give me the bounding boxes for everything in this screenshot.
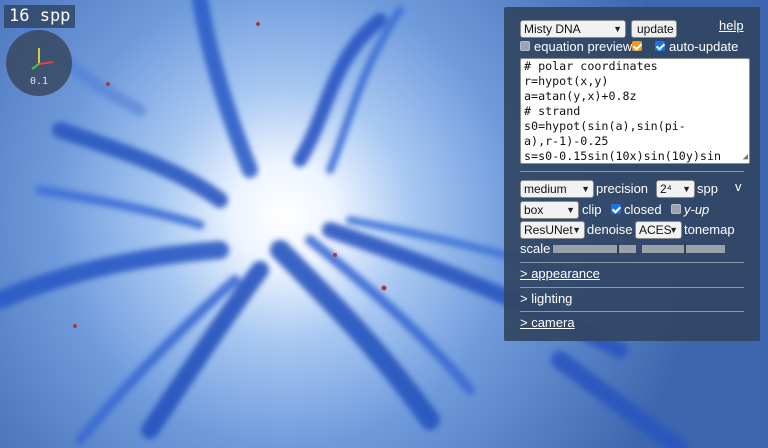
spp-label: spp	[697, 181, 718, 196]
collapse-toggle[interactable]: v	[735, 179, 742, 194]
auto-update-checkbox[interactable]	[655, 41, 665, 51]
precision-label: precision	[596, 181, 649, 196]
slider-thumb[interactable]	[617, 243, 619, 255]
x-axis-icon	[38, 61, 54, 65]
code-line: s=s0-0.15sin(10x)sin(10y)sin	[524, 149, 722, 163]
chevron-down-icon: ▼	[566, 205, 575, 215]
denoise-label: denoise	[587, 222, 633, 237]
divider	[520, 287, 744, 288]
precision-select-value: medium	[524, 182, 567, 196]
scale-slider-2[interactable]	[642, 243, 725, 255]
appearance-section-toggle[interactable]: > appearance	[520, 266, 600, 281]
update-button[interactable]: update	[631, 20, 677, 38]
code-line: s0=hypot(sin(a),sin(pi-	[524, 119, 686, 133]
preset-select[interactable]: Misty DNA ▼	[520, 20, 626, 38]
spp-select[interactable]: 2⁴ ▼	[656, 180, 695, 198]
control-panel: Misty DNA ▼ update help equation preview…	[504, 7, 760, 341]
precision-select[interactable]: medium ▼	[520, 180, 594, 198]
closed-checkbox[interactable]	[611, 204, 621, 214]
help-link[interactable]: help	[719, 18, 744, 33]
closed-label: closed	[624, 202, 662, 217]
code-line: r=hypot(x,y)	[524, 74, 609, 88]
z-axis-icon	[31, 63, 40, 70]
spp-select-value: 2⁴	[660, 182, 672, 196]
orange-toggle-checkbox[interactable]	[632, 41, 642, 51]
equation-preview-checkbox[interactable]	[520, 41, 530, 51]
scale-label: scale	[520, 241, 551, 256]
samples-per-pixel-counter: 16 spp	[4, 5, 76, 28]
y-up-label: y-up	[684, 202, 710, 217]
chevron-down-icon: ▼	[613, 24, 622, 34]
code-line: a=atan(y,x)+0.8z	[524, 89, 637, 103]
preset-select-value: Misty DNA	[524, 22, 581, 36]
tonemap-select-value: ACES	[639, 223, 672, 237]
clip-select-value: box	[524, 203, 544, 217]
auto-update-label: auto-update	[669, 39, 739, 54]
denoise-select[interactable]: ResUNet ▼	[520, 221, 585, 239]
axes-scale-label: 0.1	[29, 76, 49, 87]
camera-section-toggle[interactable]: > camera	[520, 315, 575, 330]
clip-select[interactable]: box ▼	[520, 201, 579, 219]
chevron-down-icon: ▼	[669, 225, 678, 235]
resize-handle-icon[interactable]: ◢	[743, 152, 748, 162]
chevron-down-icon: ▼	[572, 225, 581, 235]
clip-label: clip	[582, 202, 602, 217]
divider	[520, 171, 744, 172]
tonemap-label: tonemap	[684, 222, 735, 237]
slider-thumb[interactable]	[684, 243, 686, 255]
chevron-down-icon: ▼	[682, 184, 691, 194]
equation-editor[interactable]: # polar coordinates r=hypot(x,y) a=atan(…	[520, 58, 750, 164]
divider	[520, 262, 744, 263]
y-up-checkbox[interactable]	[671, 204, 681, 214]
code-line: # strand	[524, 104, 581, 118]
code-line: a),r-1)-0.25	[524, 134, 609, 148]
chevron-down-icon: ▼	[581, 184, 590, 194]
scale-slider-1[interactable]	[553, 243, 636, 255]
axes-gizmo[interactable]: 0.1	[6, 30, 72, 96]
code-line: # polar coordinates	[524, 59, 658, 73]
lighting-section-toggle[interactable]: > lighting	[520, 291, 572, 306]
equation-preview-label: equation preview	[534, 39, 633, 54]
tonemap-select[interactable]: ACES ▼	[635, 221, 682, 239]
denoise-select-value: ResUNet	[524, 223, 573, 237]
divider	[520, 311, 744, 312]
